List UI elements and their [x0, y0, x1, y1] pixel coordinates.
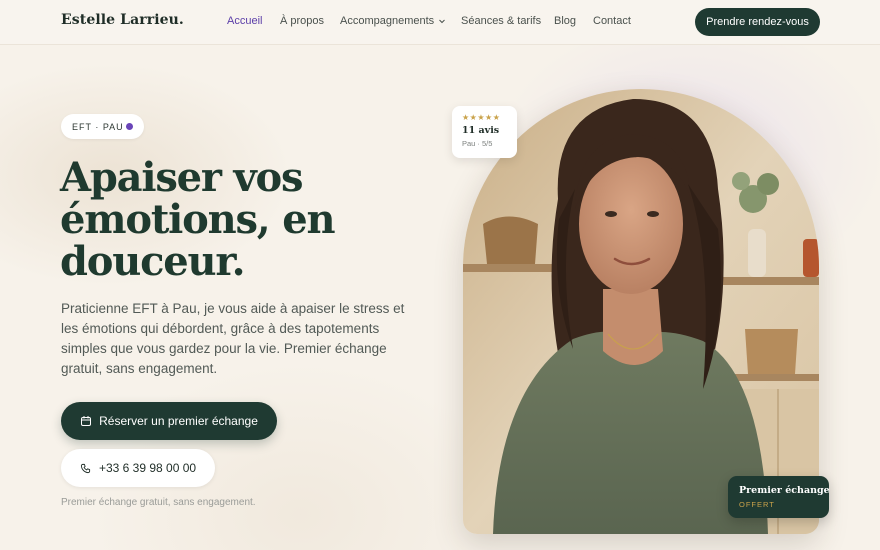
nav-item-label: Accueil: [227, 15, 263, 27]
nav-item-a-propos[interactable]: À propos: [280, 15, 324, 27]
site-logo[interactable]: Estelle Larrieu.: [61, 12, 184, 28]
book-appointment-button[interactable]: Prendre rendez-vous: [695, 8, 820, 36]
offer-subtitle: OFFERT: [739, 500, 775, 509]
nav-item-contact[interactable]: Contact: [593, 15, 631, 27]
hero-title: Apaiser vos émotions, en douceur.: [60, 157, 400, 283]
nav-item-label: Séances & tarifs: [461, 15, 542, 27]
nav-item-label: À propos: [280, 15, 325, 27]
review-count: 11 avis: [462, 125, 500, 136]
button-label: Réserver un premier échange: [99, 414, 258, 428]
hero-title-line: Apaiser vos: [60, 154, 304, 201]
free-session-card: Premier échange OFFERT: [728, 476, 830, 518]
badge-dot-icon: [126, 123, 133, 130]
location-badge: EFT · PAU: [61, 114, 144, 139]
nav-item-label: Blog: [554, 15, 577, 27]
phone-icon: [80, 463, 91, 473]
offer-title: Premier échange: [739, 485, 830, 496]
reviews-card[interactable]: ★★★★★ 11 avis Pau · 5/5: [452, 106, 517, 158]
nav-item-label: Accompagnements: [340, 15, 435, 27]
nav-item-accompagnements[interactable]: Accompagnements: [340, 15, 446, 27]
nav-item-seances-tarifs[interactable]: Séances & tarifs: [461, 15, 541, 27]
nav-item-blog[interactable]: Blog: [554, 15, 576, 27]
reassurance-note: Premier échange gratuit, sans engagement…: [61, 497, 256, 508]
button-label: +33 6 39 98 00 00: [98, 461, 197, 475]
hero-description: Praticienne EFT à Pau, je vous aide à ap…: [61, 301, 405, 376]
hero-title-line: douceur.: [60, 238, 246, 285]
chevron-down-icon: [439, 19, 446, 24]
star-rating-icon: ★★★★★: [462, 113, 501, 122]
hero-title-line: émotions, en: [60, 196, 336, 243]
site-header: Estelle Larrieu. Accueil À propos Accomp…: [0, 0, 880, 45]
practitioner-photo: [463, 89, 819, 534]
book-first-exchange-button[interactable]: Réserver un premier échange: [61, 402, 277, 440]
badge-label: EFT · PAU: [72, 121, 124, 132]
calendar-icon: [81, 416, 92, 426]
phone-button[interactable]: +33 6 39 98 00 00: [61, 449, 215, 487]
nav-item-label: Contact: [593, 15, 631, 27]
nav-item-accueil[interactable]: Accueil: [227, 15, 262, 27]
review-meta: Pau · 5/5: [462, 139, 493, 148]
